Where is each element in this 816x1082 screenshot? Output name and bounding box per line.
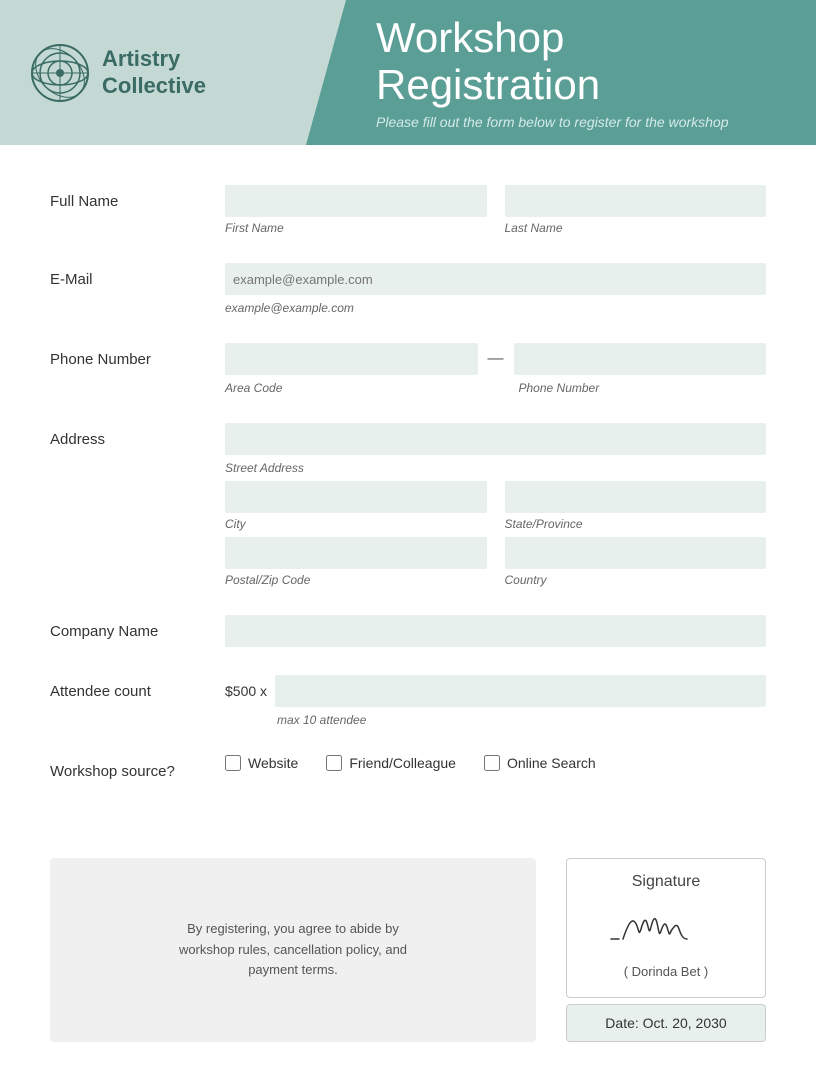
phone-sublabel-group: Phone Number [519,381,767,395]
friend-checkbox-label[interactable]: Friend/Colleague [349,755,456,771]
checkbox-row: Website Friend/Colleague Online Search [225,755,766,771]
last-name-input[interactable] [505,185,767,217]
attendee-input-row: $500 x [225,675,766,707]
friend-checkbox-item: Friend/Colleague [326,755,456,771]
attendee-label: Attendee count [50,675,225,700]
postal-country-row: Postal/Zip Code Country [225,537,766,587]
friend-checkbox[interactable] [326,755,342,771]
email-fields: example@example.com [225,263,766,315]
website-checkbox-label[interactable]: Website [248,755,298,771]
country-sublabel: Country [505,573,767,587]
country-group: Country [505,537,767,587]
phone-inputs-row: — [225,343,766,375]
signature-section: Signature ( Dorinda Bet ) Date: Oct. 20,… [566,858,766,1042]
city-state-row: City State/Province [225,481,766,531]
signature-box: Signature ( Dorinda Bet ) [566,858,766,998]
page-title: Workshop Registration [376,15,786,107]
full-name-inputs-row: First Name Last Name [225,185,766,235]
email-row: E-Mail example@example.com [50,263,766,315]
phone-dash: — [488,350,504,368]
attendee-count-input[interactable] [275,675,766,707]
online-checkbox[interactable] [484,755,500,771]
signature-title: Signature [632,873,701,891]
signature-name: ( Dorinda Bet ) [624,964,709,979]
website-checkbox[interactable] [225,755,241,771]
attendee-fields: $500 x max 10 attendee [225,675,766,727]
price-label: $500 x [225,683,267,699]
area-code-input[interactable] [225,343,478,375]
phone-number-group [514,343,767,375]
last-name-sublabel: Last Name [505,221,767,235]
header-title-area: Workshop Registration Please fill out th… [326,0,816,145]
email-label: E-Mail [50,263,225,288]
logo-area: Artistry Collective [30,43,206,103]
city-group: City [225,481,487,531]
phone-row: Phone Number — Area Code Phone Number [50,343,766,395]
website-checkbox-item: Website [225,755,298,771]
source-row: Workshop source? Website Friend/Colleagu… [50,755,766,780]
signature-drawing [601,901,731,956]
state-sublabel: State/Province [505,517,767,531]
full-name-row: Full Name First Name Last Name [50,185,766,235]
date-box: Date: Oct. 20, 2030 [566,1004,766,1042]
country-input[interactable] [505,537,767,569]
email-input[interactable] [225,263,766,295]
bottom-section: By registering, you agree to abide bywor… [0,858,816,1082]
city-sublabel: City [225,517,487,531]
company-input[interactable] [225,615,766,647]
page-subtitle: Please fill out the form below to regist… [376,114,786,130]
phone-fields: — Area Code Phone Number [225,343,766,395]
source-fields: Website Friend/Colleague Online Search [225,755,766,771]
area-code-sublabel: Area Code [225,381,473,395]
company-fields [225,615,766,647]
street-input[interactable] [225,423,766,455]
phone-number-input[interactable] [514,343,767,375]
phone-sublabels-row: Area Code Phone Number [225,381,766,395]
max-attendee-label: max 10 attendee [277,713,766,727]
full-name-fields: First Name Last Name [225,185,766,235]
state-input[interactable] [505,481,767,513]
phone-label: Phone Number [50,343,225,368]
postal-sublabel: Postal/Zip Code [225,573,487,587]
address-fields: Street Address City State/Province Posta… [225,423,766,587]
area-code-group [225,343,478,375]
logo-icon [30,43,90,103]
company-row: Company Name [50,615,766,647]
disclaimer-box: By registering, you agree to abide bywor… [50,858,536,1042]
area-code-sublabel-group: Area Code [225,381,473,395]
street-sublabel: Street Address [225,461,766,475]
full-name-label: Full Name [50,185,225,210]
online-checkbox-label[interactable]: Online Search [507,755,596,771]
phone-sublabel: Phone Number [519,381,767,395]
last-name-group: Last Name [505,185,767,235]
company-label: Company Name [50,615,225,640]
postal-input[interactable] [225,537,487,569]
header: Artistry Collective Workshop Registratio… [0,0,816,145]
address-row: Address Street Address City State/Provin… [50,423,766,587]
address-label: Address [50,423,225,448]
attendee-row: Attendee count $500 x max 10 attendee [50,675,766,727]
source-label: Workshop source? [50,755,225,780]
disclaimer-text: By registering, you agree to abide bywor… [179,919,407,981]
logo-text: Artistry Collective [102,46,206,99]
first-name-input[interactable] [225,185,487,217]
online-checkbox-item: Online Search [484,755,596,771]
first-name-group: First Name [225,185,487,235]
state-group: State/Province [505,481,767,531]
email-sublabel: example@example.com [225,301,766,315]
city-input[interactable] [225,481,487,513]
first-name-sublabel: First Name [225,221,487,235]
form-container: Full Name First Name Last Name E-Mail ex… [0,145,816,848]
postal-group: Postal/Zip Code [225,537,487,587]
